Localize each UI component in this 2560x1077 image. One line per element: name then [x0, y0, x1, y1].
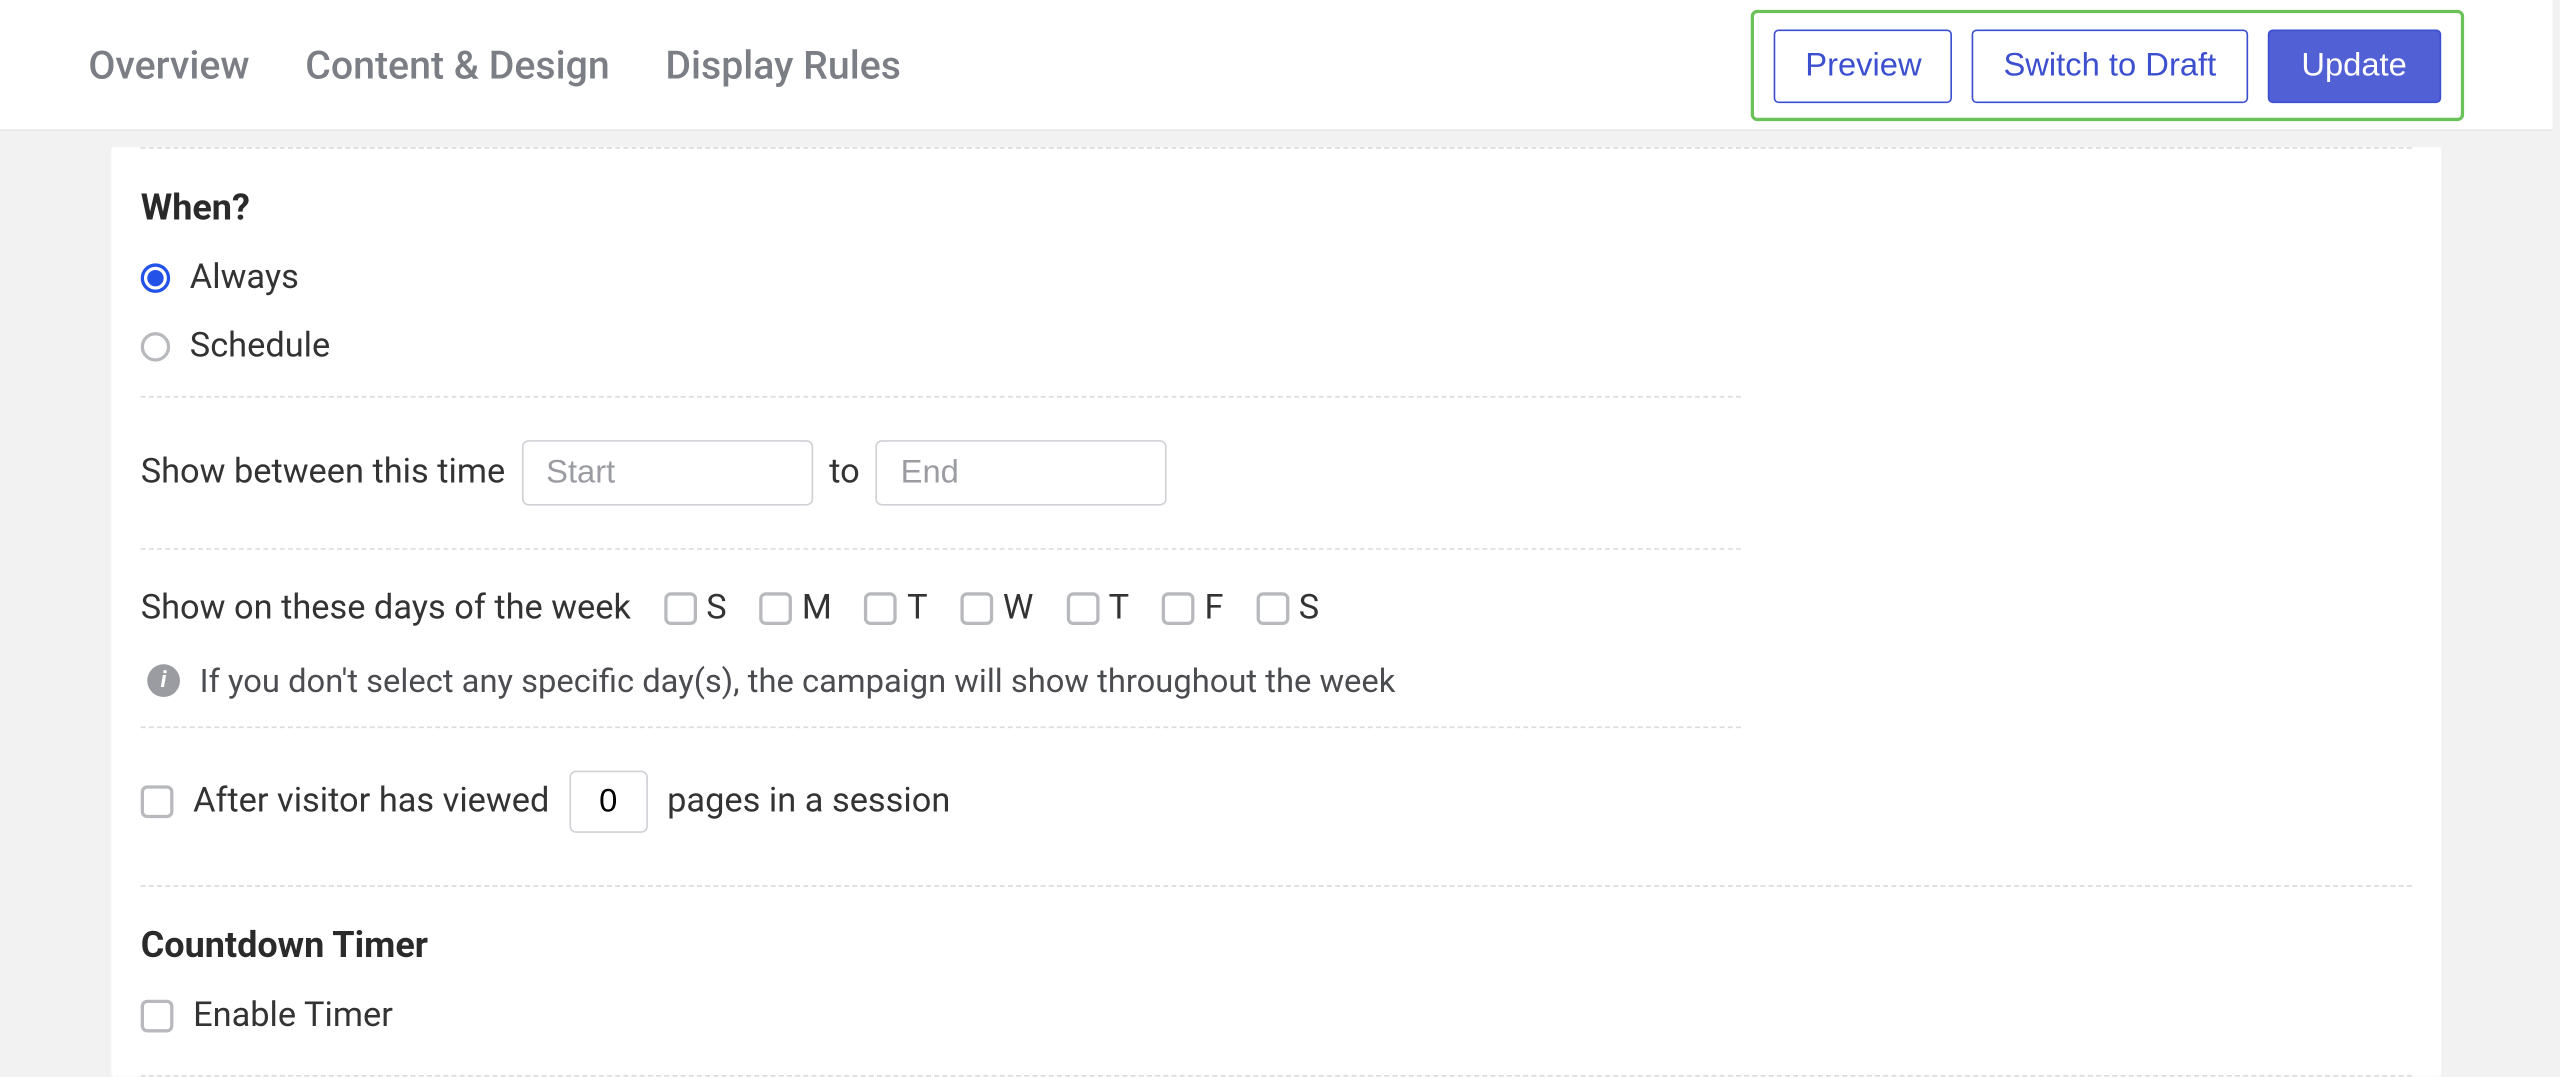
countdown-section: Countdown Timer Enable Timer	[141, 887, 2412, 1075]
nav-tabs: Overview Content & Design Display Rules	[88, 42, 901, 88]
day-label-wed: W	[1003, 589, 1033, 628]
radio-always-label: Always	[190, 259, 299, 298]
actions-highlight: Preview Switch to Draft Update	[1751, 10, 2464, 121]
days-hint: i If you don't select any specific day(s…	[141, 638, 2412, 717]
divider	[141, 548, 1741, 550]
enable-timer-row[interactable]: Enable Timer	[141, 996, 2412, 1035]
radio-schedule-row[interactable]: Schedule	[141, 327, 2412, 366]
info-icon: i	[147, 664, 180, 697]
day-label-sun: S	[706, 589, 726, 628]
tab-overview[interactable]: Overview	[88, 42, 249, 88]
time-range-row: Show between this time to	[141, 407, 2412, 538]
checkbox-after-viewed[interactable]	[141, 785, 174, 818]
when-section: When? Always Schedule Show between this …	[141, 149, 2412, 885]
checkbox-day-thu[interactable]	[1066, 592, 1099, 625]
radio-schedule-label: Schedule	[190, 327, 330, 366]
checkbox-day-mon[interactable]	[759, 592, 792, 625]
pages-suffix: pages in a session	[667, 782, 950, 821]
preview-button[interactable]: Preview	[1774, 29, 1953, 103]
days-row: Show on these days of the week S M T W T…	[141, 560, 2412, 639]
day-label-mon: M	[802, 589, 832, 628]
divider	[141, 726, 1741, 728]
settings-panel: When? Always Schedule Show between this …	[111, 147, 2441, 1076]
topbar: Overview Content & Design Display Rules …	[0, 0, 2552, 131]
switch-to-draft-button[interactable]: Switch to Draft	[1972, 29, 2247, 103]
radio-always-row[interactable]: Always	[141, 259, 2412, 298]
days-label: Show on these days of the week	[141, 589, 631, 628]
when-title: When?	[141, 188, 2412, 229]
divider	[141, 396, 1741, 398]
pages-row: After visitor has viewed pages in a sess…	[141, 738, 2412, 869]
countdown-title: Countdown Timer	[141, 926, 2412, 967]
checkbox-day-sat[interactable]	[1256, 592, 1289, 625]
start-time-input[interactable]	[522, 440, 813, 505]
after-viewed-label: After visitor has viewed	[193, 782, 549, 821]
update-button[interactable]: Update	[2267, 29, 2441, 103]
to-label: to	[829, 453, 860, 492]
radio-always[interactable]	[141, 263, 170, 292]
enable-timer-label: Enable Timer	[193, 996, 393, 1035]
day-label-thu: T	[1109, 589, 1130, 628]
checkbox-day-wed[interactable]	[960, 592, 993, 625]
divider	[141, 1075, 2412, 1077]
day-label-fri: F	[1204, 589, 1223, 628]
checkbox-day-fri[interactable]	[1162, 592, 1195, 625]
end-time-input[interactable]	[876, 440, 1167, 505]
tab-display-rules[interactable]: Display Rules	[665, 42, 901, 88]
pages-input[interactable]	[569, 771, 648, 833]
day-label-sat: S	[1299, 589, 1319, 628]
checkbox-day-tue[interactable]	[865, 592, 898, 625]
radio-schedule[interactable]	[141, 332, 170, 361]
checkbox-day-sun[interactable]	[664, 592, 697, 625]
tab-content-design[interactable]: Content & Design	[305, 42, 610, 88]
checkbox-enable-timer[interactable]	[141, 1000, 174, 1033]
days-hint-text: If you don't select any specific day(s),…	[200, 661, 1396, 700]
show-between-label: Show between this time	[141, 453, 506, 492]
day-label-tue: T	[907, 589, 928, 628]
